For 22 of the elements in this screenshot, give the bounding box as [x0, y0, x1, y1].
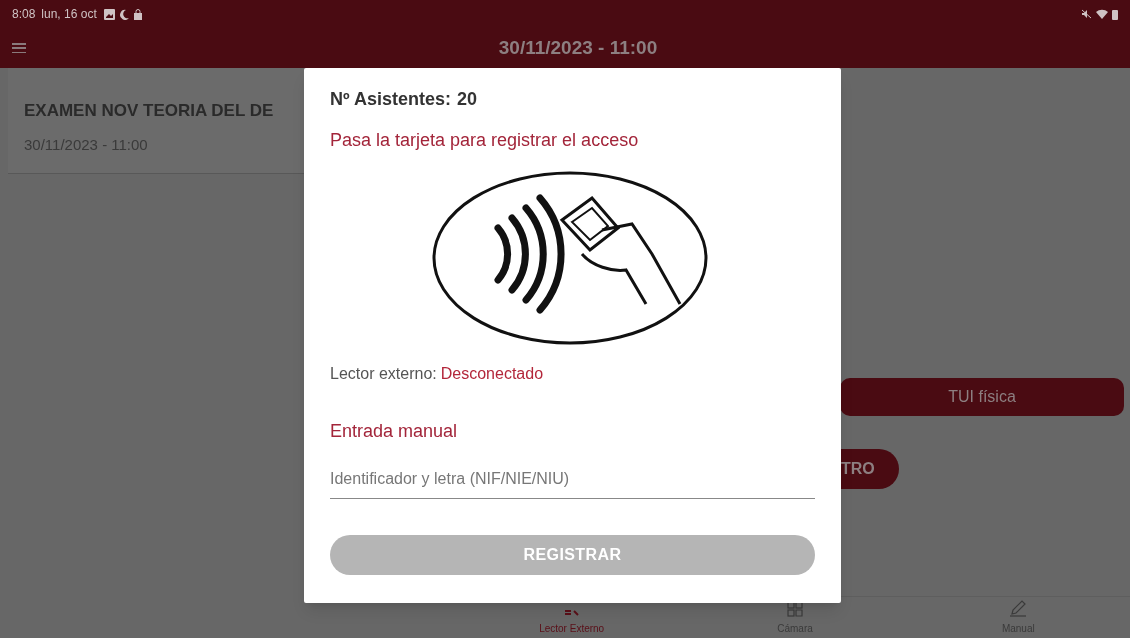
shopping-bag-icon: [132, 8, 143, 20]
tui-button[interactable]: TUI física: [840, 378, 1124, 416]
wifi-icon: [1096, 9, 1108, 19]
status-time: 8:08: [12, 6, 36, 23]
manual-entry-title: Entrada manual: [330, 420, 459, 443]
nav-tab[interactable]: Lector Externo: [460, 597, 684, 638]
status-date: lun, 16 oct: [41, 6, 97, 23]
moon-icon: [118, 8, 129, 20]
reader-label: Lector externo:: [330, 364, 437, 384]
reader-status: Desconectado: [440, 364, 544, 384]
pencil-icon: [1009, 599, 1028, 617]
exam-title: EXAMEN NOV TEORIA DEL DE: [24, 101, 274, 120]
muted-speaker-icon: [1081, 9, 1092, 19]
register-button[interactable]: TRO: [841, 449, 899, 489]
battery-icon: [1112, 8, 1118, 20]
menu-icon[interactable]: [12, 43, 26, 53]
attendees-label: Nº Asistentes:: [330, 88, 451, 111]
qr-code-icon: [787, 601, 803, 617]
app-title: 30/11/2023 - 11:00: [498, 35, 658, 60]
card-reader-icon: [564, 609, 579, 617]
image-icon: [103, 8, 115, 20]
id-input-field[interactable]: Identificador y letra (NIF/NIE/NIU): [330, 459, 815, 499]
